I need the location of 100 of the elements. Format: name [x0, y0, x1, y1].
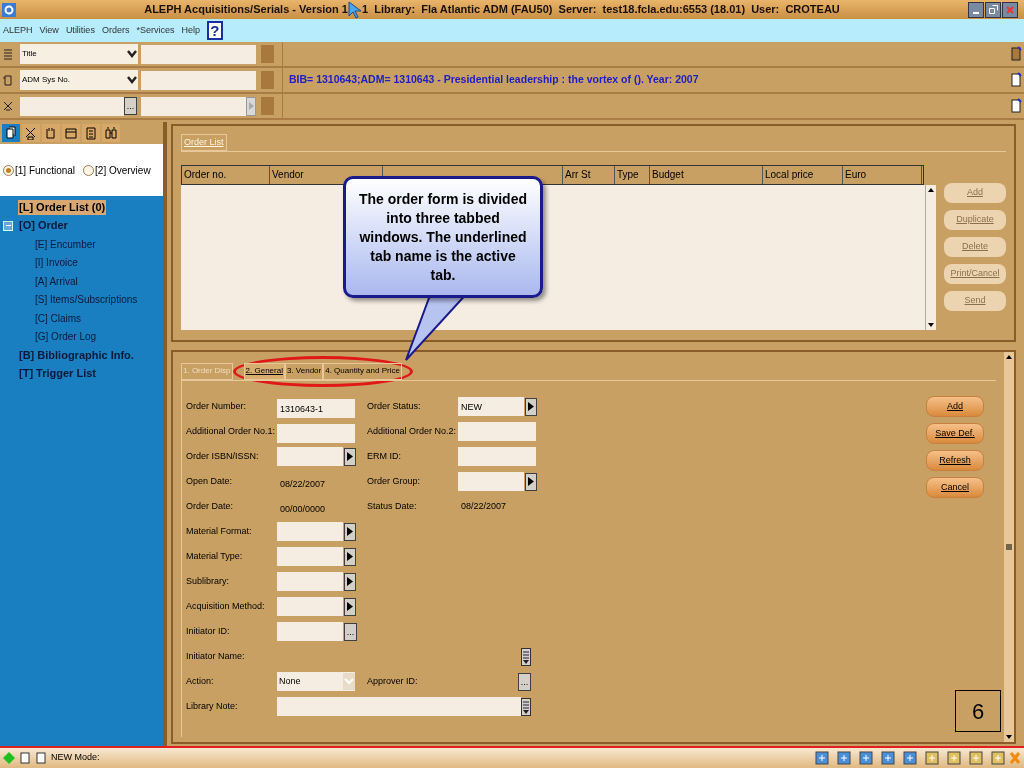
restore-button[interactable]	[985, 1, 1001, 18]
input-field[interactable]	[277, 622, 343, 641]
field-label: Material Type:	[186, 549, 244, 563]
form-tab[interactable]: 3. Vendor	[284, 362, 324, 380]
arrow-right-button[interactable]	[344, 572, 356, 591]
arrow-right-button[interactable]	[344, 447, 356, 466]
triangle-right-icon	[347, 552, 353, 561]
document-icon[interactable]	[1010, 72, 1022, 88]
input-field[interactable]	[277, 447, 343, 466]
arrow-right-button[interactable]	[344, 522, 356, 541]
input-field[interactable]	[20, 96, 124, 116]
tree-item[interactable]: [L] Order List (0)	[18, 199, 107, 215]
radio-label: [2] Overview	[95, 163, 151, 178]
input-field[interactable]	[277, 547, 343, 566]
column-header[interactable]: Arr St	[563, 166, 615, 184]
column-header[interactable]: Local price	[763, 166, 843, 184]
close-button[interactable]	[1002, 1, 1018, 18]
search-type-dropdown[interactable]: ADM Sys No.	[20, 70, 138, 90]
lookup-button[interactable]: ...	[344, 622, 357, 641]
document-icon[interactable]	[19, 752, 31, 764]
input-field[interactable]	[458, 447, 536, 466]
menu-item[interactable]: Help	[181, 23, 200, 38]
column-header[interactable]: Order no.	[182, 166, 270, 184]
search-type-dropdown[interactable]: Title	[20, 44, 138, 64]
menu-item[interactable]: ALEPH	[3, 23, 33, 38]
toolbar-glyph-icon	[84, 126, 98, 140]
form-tab[interactable]: 4. Quantity and Price	[323, 362, 402, 380]
action-button[interactable]: Add	[926, 396, 984, 417]
column-header[interactable]: Euro	[843, 166, 922, 184]
radio-button[interactable]	[3, 164, 14, 176]
scroll-grip-icon[interactable]	[1005, 542, 1013, 552]
lookup-button[interactable]: ...	[124, 97, 137, 115]
menu-item[interactable]: View	[39, 23, 59, 38]
binoculars-icon[interactable]	[102, 124, 120, 142]
input-field[interactable]: 1310643-1	[277, 399, 355, 418]
action-dropdown[interactable]: None	[277, 672, 355, 691]
search-field[interactable]	[141, 70, 256, 90]
action-button[interactable]: Cancel	[926, 477, 984, 498]
input-field[interactable]	[458, 472, 524, 491]
tree-item[interactable]: [S] Items/Subscriptions	[34, 292, 139, 308]
field-label: Additional Order No.2:	[367, 424, 458, 438]
toolbar-glyph-icon	[44, 126, 58, 140]
collapse-toggle[interactable]	[3, 220, 13, 231]
input-field[interactable]: NEW	[458, 397, 524, 416]
input-field[interactable]	[277, 424, 355, 443]
list-icon[interactable]	[82, 124, 100, 142]
document-icon[interactable]	[2, 124, 20, 142]
note-field[interactable]	[277, 697, 521, 716]
menu-item[interactable]: Orders	[101, 23, 130, 38]
window-title: 1 Library: Fla Atlantic ADM (FAU50) Server: test18.fcla.edu:6553 (18.01) User: CROTEAU	[361, 2, 840, 18]
record-info: BIB= 1310643;ADM= 1310643 - Presidential leadership : the vortex of (). Year: 2007	[289, 72, 699, 88]
field-label: ERM ID:	[367, 449, 402, 463]
triangle-right-icon	[347, 452, 353, 461]
input-field[interactable]	[277, 522, 343, 541]
radio-button[interactable]	[83, 164, 95, 176]
input-field[interactable]	[277, 572, 343, 591]
tree-item[interactable]: [A] Arrival	[34, 273, 79, 289]
search-field[interactable]	[141, 96, 246, 116]
list-icon[interactable]	[2, 48, 14, 60]
slide-number: 6	[955, 690, 1001, 732]
arrow-right-button[interactable]	[344, 597, 356, 616]
field-value: 08/22/2007	[279, 478, 326, 489]
column-header[interactable]: Budget	[650, 166, 763, 184]
tree-item[interactable]: [G] Order Log	[34, 329, 98, 345]
input-field[interactable]	[458, 422, 536, 441]
form-tab[interactable]: 2. General	[243, 362, 285, 380]
tree-item[interactable]: [C] Claims	[34, 310, 83, 326]
tree-item[interactable]: [E] Encumber	[34, 236, 97, 252]
lookup-button[interactable]: ...	[518, 672, 531, 691]
arrow-right-button[interactable]	[525, 397, 537, 416]
arrow-right-button[interactable]	[525, 472, 537, 491]
action-button[interactable]: Save Def.	[926, 423, 984, 444]
triangle-right-icon	[347, 602, 353, 611]
input-field[interactable]	[277, 597, 343, 616]
arrow-right-button[interactable]	[344, 547, 356, 566]
minimize-button[interactable]	[968, 1, 984, 18]
menu-item[interactable]: *Services	[136, 23, 175, 38]
help-button[interactable]: ?	[206, 21, 223, 40]
action-button[interactable]: Refresh	[926, 450, 984, 471]
note-list-icon[interactable]	[521, 647, 531, 666]
tree-item[interactable]: [T] Trigger List	[18, 366, 97, 382]
column-header[interactable]: Type	[615, 166, 650, 184]
note-list-icon[interactable]	[521, 697, 531, 716]
scrollbar[interactable]	[925, 185, 936, 330]
tree-item[interactable]: [I] Invoice	[34, 255, 79, 271]
tree-item[interactable]: [O] Order	[18, 218, 69, 234]
mouse-pointer-icon	[347, 0, 362, 19]
document-icon[interactable]	[35, 752, 47, 764]
restore-icon	[988, 5, 998, 14]
field-label: Open Date:	[186, 474, 234, 488]
radio-label: [1] Functional	[15, 163, 76, 178]
tree-item[interactable]: [B] Bibliographic Info.	[18, 347, 135, 363]
search-field[interactable]	[141, 44, 256, 64]
scrollbar[interactable]	[1004, 352, 1014, 742]
field-label: Order Status:	[367, 399, 422, 413]
chevron-down-icon	[126, 49, 138, 59]
diamond-icon	[3, 752, 15, 764]
bookmark-icon[interactable]	[1010, 46, 1022, 62]
menu-item[interactable]: Utilities	[65, 23, 95, 38]
field-label: Order Date:	[186, 499, 235, 513]
